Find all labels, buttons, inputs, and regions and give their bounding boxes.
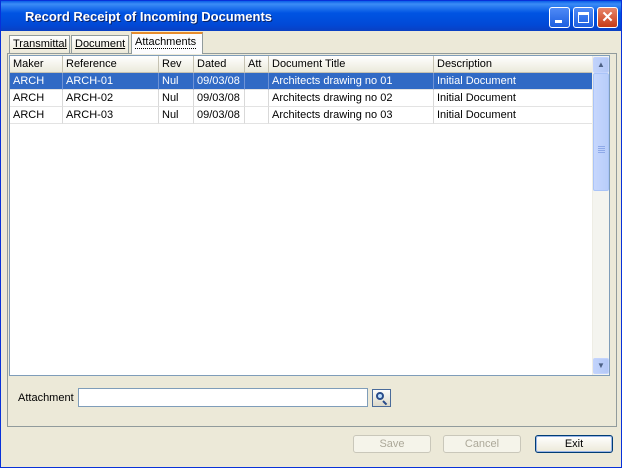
scroll-up-button[interactable]: ▲	[593, 57, 609, 73]
cell-maker: ARCH	[10, 73, 63, 90]
column-header-maker[interactable]: Maker	[10, 56, 63, 73]
exit-button[interactable]: Exit	[535, 435, 613, 453]
minimize-button[interactable]	[549, 7, 570, 28]
cancel-button[interactable]: Cancel	[443, 435, 521, 453]
chevron-up-icon: ▲	[597, 60, 605, 69]
scroll-grip	[598, 146, 605, 147]
chevron-down-icon: ▼	[597, 361, 605, 370]
attachment-label: Attachment	[18, 392, 74, 404]
cell-description: Initial Document	[434, 90, 594, 107]
table-row[interactable]: ARCH ARCH-03 Nul 09/03/08 Architects dra…	[10, 107, 594, 124]
scroll-grip	[598, 150, 605, 151]
cell-description: Initial Document	[434, 107, 594, 124]
cell-rev: Nul	[159, 90, 194, 107]
cell-document-title: Architects drawing no 02	[269, 90, 434, 107]
cell-document-title: Architects drawing no 03	[269, 107, 434, 124]
magnifier-icon	[376, 392, 384, 400]
maximize-icon	[578, 12, 589, 23]
record-receipt-window: Record Receipt of Incoming Documents ✕ T…	[0, 0, 622, 468]
cell-rev: Nul	[159, 73, 194, 90]
cell-reference: ARCH-02	[63, 90, 159, 107]
column-header-rev[interactable]: Rev	[159, 56, 194, 73]
save-button[interactable]: Save	[353, 435, 431, 453]
cell-dated: 09/03/08	[194, 90, 245, 107]
cell-maker: ARCH	[10, 107, 63, 124]
attachments-grid[interactable]: Maker Reference Rev Dated Att Document T…	[9, 55, 610, 376]
window-title: Record Receipt of Incoming Documents	[25, 9, 273, 24]
cell-reference: ARCH-03	[63, 107, 159, 124]
tab-document-label: Document	[75, 38, 126, 50]
scroll-thumb[interactable]	[593, 73, 609, 191]
column-header-dated[interactable]: Dated	[194, 56, 245, 73]
title-bar[interactable]: Record Receipt of Incoming Documents ✕	[1, 1, 621, 31]
cell-att	[245, 73, 269, 90]
tab-transmittal[interactable]: Transmittal	[9, 35, 70, 53]
magnifier-handle	[382, 400, 388, 406]
cell-maker: ARCH	[10, 90, 63, 107]
tab-transmittal-label: Transmittal	[13, 38, 67, 50]
attachment-input[interactable]	[78, 388, 368, 407]
maximize-button[interactable]	[573, 7, 594, 28]
tab-document[interactable]: Document	[71, 35, 129, 53]
scroll-grip	[598, 152, 605, 153]
close-button[interactable]: ✕	[597, 7, 618, 28]
column-header-document-title[interactable]: Document Title	[269, 56, 434, 73]
scroll-grip	[598, 148, 605, 149]
browse-attachment-button[interactable]	[372, 389, 391, 407]
column-header-att[interactable]: Att	[245, 56, 269, 73]
cell-dated: 09/03/08	[194, 73, 245, 90]
cell-att	[245, 107, 269, 124]
cell-reference: ARCH-01	[63, 73, 159, 90]
tab-attachments[interactable]: Attachments	[131, 32, 203, 54]
minimize-icon	[555, 20, 562, 23]
vertical-scrollbar[interactable]: ▲ ▼	[592, 56, 609, 375]
scroll-down-button[interactable]: ▼	[593, 358, 609, 374]
cell-att	[245, 90, 269, 107]
grid-header: Maker Reference Rev Dated Att Document T…	[10, 56, 594, 73]
column-header-reference[interactable]: Reference	[63, 56, 159, 73]
table-row[interactable]: ARCH ARCH-02 Nul 09/03/08 Architects dra…	[10, 90, 594, 107]
table-row[interactable]: ARCH ARCH-01 Nul 09/03/08 Architects dra…	[10, 73, 594, 90]
close-icon: ✕	[601, 9, 614, 26]
tab-attachments-label: Attachments	[135, 36, 197, 49]
cell-dated: 09/03/08	[194, 107, 245, 124]
cell-document-title: Architects drawing no 01	[269, 73, 434, 90]
column-header-description[interactable]: Description	[434, 56, 594, 73]
cell-rev: Nul	[159, 107, 194, 124]
cell-description: Initial Document	[434, 73, 594, 90]
